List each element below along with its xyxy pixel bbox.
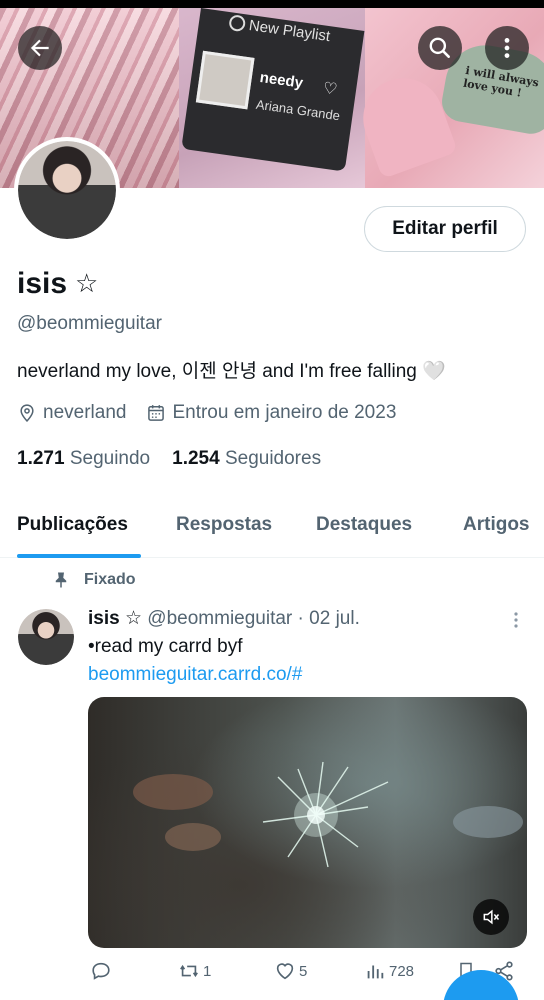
location-item: neverland bbox=[17, 402, 126, 424]
tab-respostas[interactable]: Respostas bbox=[176, 514, 272, 536]
tab-artigos[interactable]: Artigos bbox=[463, 514, 530, 536]
more-vertical-icon bbox=[504, 38, 510, 58]
bar-chart-icon bbox=[367, 965, 384, 979]
status-strip bbox=[0, 0, 544, 8]
song-artist: Ariana Grande bbox=[255, 96, 341, 124]
joined-item: Entrou em janeiro de 2023 bbox=[146, 402, 396, 424]
post-avatar[interactable] bbox=[18, 609, 74, 665]
active-tab-indicator bbox=[17, 554, 141, 558]
post-video[interactable] bbox=[88, 697, 527, 948]
retweet-button[interactable]: 1 bbox=[178, 960, 211, 982]
profile-bio: neverland my love, 이젠 안녕 and I'm free fa… bbox=[17, 361, 446, 382]
following-link[interactable]: 1.271 Seguindo bbox=[17, 448, 150, 470]
following-count: 1.271 bbox=[17, 448, 65, 469]
album-thumbnail bbox=[195, 50, 255, 110]
tab-destaques[interactable]: Destaques bbox=[316, 514, 412, 536]
views-button[interactable]: 728 bbox=[364, 960, 414, 982]
avatar-image bbox=[18, 141, 116, 239]
profile-avatar[interactable] bbox=[14, 137, 120, 243]
volume-muted-icon bbox=[483, 909, 500, 925]
profile-handle: @beommieguitar bbox=[17, 313, 162, 334]
mute-button[interactable] bbox=[473, 899, 509, 935]
profile-tabs: Publicações Respostas Destaques Artigos bbox=[0, 500, 544, 558]
calendar-icon bbox=[148, 405, 165, 421]
post-avatar-image bbox=[18, 609, 74, 665]
heart-icon: ♡ bbox=[321, 79, 339, 99]
more-vertical-icon bbox=[514, 612, 518, 628]
post-author-handle[interactable]: @beommieguitar bbox=[147, 608, 292, 629]
post-more-button[interactable] bbox=[508, 610, 524, 635]
following-label: Seguindo bbox=[69, 448, 151, 469]
edit-profile-button[interactable]: Editar perfil bbox=[364, 206, 526, 252]
post-header: isis ☆ @beommieguitar · 02 jul. bbox=[88, 607, 360, 630]
arrow-left-icon bbox=[30, 39, 49, 57]
heart-shape bbox=[352, 67, 458, 179]
banner-image-playlist: New Playlist needy ♡ Ariana Grande bbox=[179, 8, 365, 188]
search-icon bbox=[429, 37, 450, 58]
back-button[interactable] bbox=[18, 26, 62, 70]
pin-icon bbox=[55, 572, 67, 588]
views-count: 728 bbox=[389, 962, 415, 980]
like-count: 5 bbox=[299, 962, 308, 980]
location-text: neverland bbox=[43, 402, 127, 423]
post-date[interactable]: 02 jul. bbox=[309, 608, 360, 629]
followers-count: 1.254 bbox=[172, 448, 220, 469]
sign-text: i will always love you ! bbox=[462, 63, 540, 100]
song-title: needy bbox=[258, 68, 305, 92]
like-button[interactable]: 5 bbox=[274, 960, 307, 982]
post-separator: · bbox=[297, 608, 304, 629]
heart-icon bbox=[276, 963, 294, 980]
followers-link[interactable]: 1.254 Seguidores bbox=[172, 448, 321, 470]
search-button[interactable] bbox=[418, 26, 462, 70]
reply-icon bbox=[92, 962, 110, 980]
add-icon bbox=[228, 14, 247, 33]
sparkler-graphic bbox=[133, 761, 523, 868]
location-pin-icon bbox=[20, 404, 34, 422]
retweet-count: 1 bbox=[203, 962, 212, 980]
follow-stats: 1.271 Seguindo 1.254 Seguidores bbox=[17, 448, 321, 470]
playlist-header: New Playlist bbox=[247, 16, 332, 46]
pinned-label: Fixado bbox=[84, 571, 136, 588]
profile-name: isis ☆ bbox=[17, 267, 98, 301]
post-author-name[interactable]: isis ☆ bbox=[88, 608, 142, 629]
joined-text: Entrou em janeiro de 2023 bbox=[172, 402, 397, 423]
retweet-icon bbox=[180, 964, 198, 978]
pinned-indicator: Fixado bbox=[52, 571, 136, 589]
playlist-card: New Playlist needy ♡ Ariana Grande bbox=[181, 8, 365, 172]
star-icon: ☆ bbox=[75, 269, 99, 299]
followers-label: Seguidores bbox=[224, 448, 322, 469]
post-link[interactable]: beommieguitar.carrd.co/# bbox=[88, 664, 302, 686]
profile-meta: neverland Entrou em janeiro de 2023 bbox=[17, 402, 416, 424]
reply-button[interactable] bbox=[90, 960, 112, 982]
profile-name-text: isis bbox=[17, 267, 68, 300]
more-options-button[interactable] bbox=[485, 26, 529, 70]
post-text: •read my carrd byf bbox=[88, 636, 243, 657]
tab-publicacoes[interactable]: Publicações bbox=[17, 514, 128, 536]
